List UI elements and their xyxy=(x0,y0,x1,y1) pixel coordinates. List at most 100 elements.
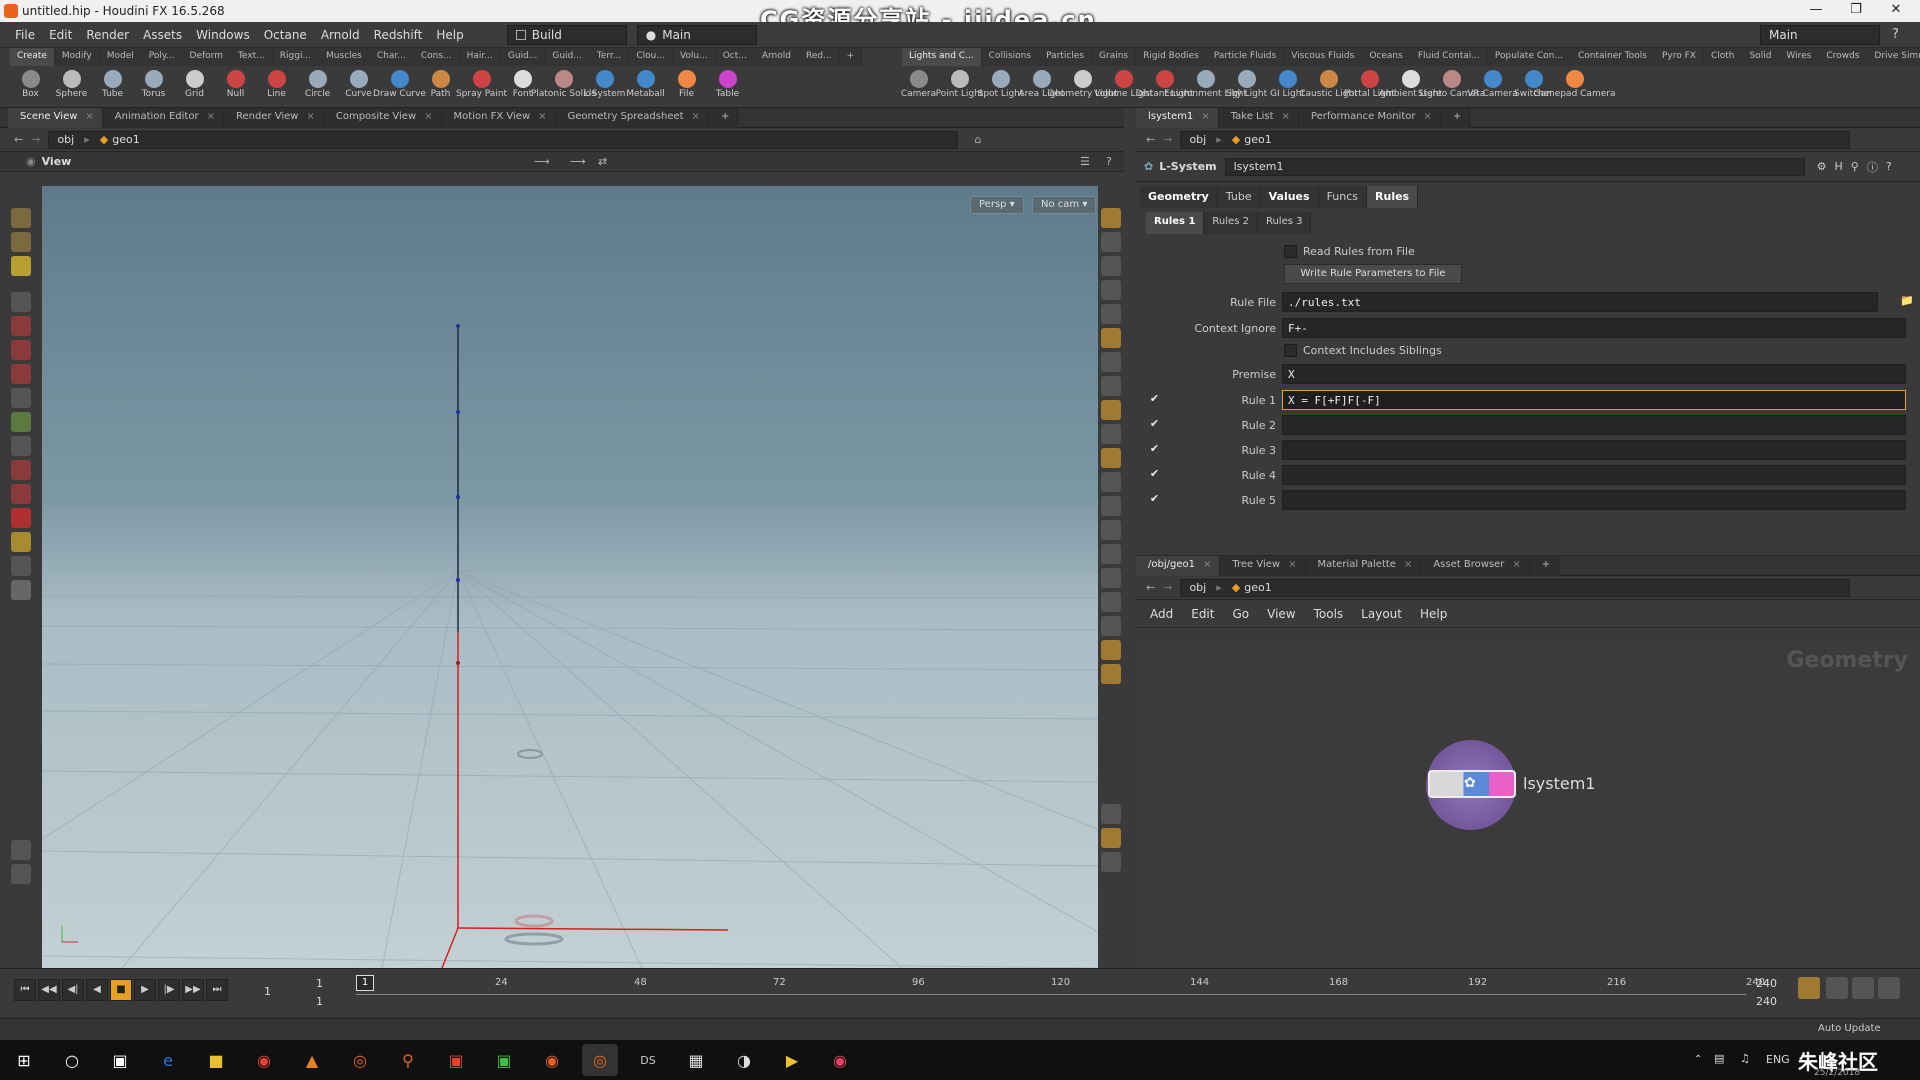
edge-icon[interactable] xyxy=(1101,544,1121,564)
rule-tab-3[interactable]: Rules 3 xyxy=(1257,212,1312,234)
forward-arrow-icon[interactable]: → xyxy=(31,133,40,146)
add-pane-tab-icon[interactable]: + xyxy=(1529,556,1560,576)
firefox-icon[interactable]: ◉ xyxy=(534,1044,570,1076)
tab-close-icon[interactable]: × xyxy=(1423,111,1431,122)
snapshot-icon[interactable] xyxy=(1101,852,1121,872)
shelf-tool-line[interactable]: Line xyxy=(256,68,297,108)
normals-icon[interactable] xyxy=(1101,472,1121,492)
shelf-tab[interactable]: Grains xyxy=(1092,48,1137,66)
app-pink-icon[interactable]: ◉ xyxy=(822,1044,858,1076)
handle-tool-icon[interactable] xyxy=(11,388,31,408)
shelf-tab[interactable]: Pyro FX xyxy=(1654,48,1704,66)
play-button[interactable]: ▶ xyxy=(134,979,156,1001)
shelf-tab[interactable]: Modify xyxy=(54,48,100,66)
shelf-tool-volume-light[interactable]: Volume Light xyxy=(1094,68,1153,108)
path-geo[interactable]: geo1 xyxy=(1244,581,1271,594)
shelf-tool-vr-camera[interactable]: VR Camera xyxy=(1467,68,1518,108)
step-forward-button[interactable]: |▶ xyxy=(158,979,180,1001)
shelf-tab[interactable]: Guid... xyxy=(500,48,546,66)
language-indicator[interactable]: ENG xyxy=(1766,1053,1790,1066)
desktop-build-dropdown[interactable]: Build xyxy=(506,24,627,45)
menu-help[interactable]: Help xyxy=(429,22,470,48)
pointer-tool-icon[interactable] xyxy=(11,292,31,312)
shelf-tab[interactable]: Riggi... xyxy=(272,48,320,66)
unity-icon[interactable]: ◑ xyxy=(726,1044,762,1076)
param-tab-geometry[interactable]: Geometry xyxy=(1140,186,1218,208)
add-pane-tab-icon[interactable]: + xyxy=(708,108,739,128)
param-tab-values[interactable]: Values xyxy=(1260,186,1319,208)
scene-path-field[interactable]: obj ▸ ◆ geo1 xyxy=(48,130,959,149)
network-editor[interactable]: Geometry ✿ lsystem1 xyxy=(1136,640,1920,968)
shelf-tab[interactable]: Collisions xyxy=(981,48,1040,66)
realtime-icon[interactable] xyxy=(1826,977,1848,999)
visibility-icon[interactable] xyxy=(1101,280,1121,300)
menu-windows[interactable]: Windows xyxy=(189,22,257,48)
magnet-icon[interactable] xyxy=(11,508,31,528)
shelf-tool-point-light[interactable]: Point Light xyxy=(936,68,983,108)
network-menu-tools[interactable]: Tools xyxy=(1314,607,1344,621)
houdini-active-icon[interactable]: ◎ xyxy=(582,1044,618,1076)
pane-tab[interactable]: Geometry Spreadsheet × xyxy=(555,108,709,128)
chrome-icon[interactable]: ◉ xyxy=(246,1044,282,1076)
shelf-tab[interactable]: Create xyxy=(10,48,55,66)
premise-field[interactable]: X xyxy=(1282,364,1906,384)
rule-field[interactable] xyxy=(1282,415,1906,435)
shelf-tab[interactable]: Rigid Bodies xyxy=(1136,48,1207,66)
param-path-field[interactable]: obj ▸ ◆ geo1 xyxy=(1180,130,1851,149)
camera-tool-icon[interactable] xyxy=(11,556,31,576)
snap-grid-icon[interactable] xyxy=(11,436,31,456)
snap-point-icon[interactable] xyxy=(11,484,31,504)
help-icon[interactable]: ? xyxy=(1892,27,1899,42)
step-back-button[interactable]: ◀| xyxy=(62,979,84,1001)
param-tab-rules[interactable]: Rules xyxy=(1367,186,1419,208)
backface-icon[interactable] xyxy=(1101,352,1121,372)
shelf-tab[interactable]: Poly... xyxy=(141,48,183,66)
tab-close-icon[interactable]: × xyxy=(1512,559,1520,570)
shelf-tool-camera[interactable]: Camera xyxy=(898,68,939,108)
shelf-tool-gi-light[interactable]: GI Light xyxy=(1267,68,1308,108)
pose-tool-icon[interactable] xyxy=(11,364,31,384)
xray-icon[interactable] xyxy=(1101,376,1121,396)
task-view-icon[interactable]: ▣ xyxy=(102,1044,138,1076)
shelf-tool-null[interactable]: Null xyxy=(215,68,256,108)
shelf-tab[interactable]: Hair... xyxy=(459,48,501,66)
sphere-tool-icon[interactable] xyxy=(11,864,31,884)
snap-prim-icon[interactable] xyxy=(11,460,31,480)
vertex-icon[interactable] xyxy=(1101,496,1121,516)
menu-assets[interactable]: Assets xyxy=(136,22,189,48)
pane-tab[interactable]: /obj/geo1 × xyxy=(1136,556,1221,576)
shelf-tool-font[interactable]: Font xyxy=(502,68,543,108)
shelf-tool-environment-light[interactable]: Environment Light xyxy=(1164,68,1247,108)
shelf-tool-spot-light[interactable]: Spot Light xyxy=(978,68,1023,108)
file-browse-icon[interactable]: 📁 xyxy=(1900,294,1914,307)
audio-icon[interactable] xyxy=(1878,977,1900,999)
tab-close-icon[interactable]: × xyxy=(1203,559,1211,570)
network-menu-view[interactable]: View xyxy=(1267,607,1295,621)
shelf-tab[interactable]: Red... xyxy=(798,48,840,66)
viewport-3d[interactable]: Persp ▾ No cam ▾ xyxy=(42,186,1098,968)
pane-tab[interactable]: Tree View × xyxy=(1220,556,1306,576)
shelf-tab[interactable]: Crowds xyxy=(1819,48,1868,66)
shelf-tab[interactable]: Wires xyxy=(1779,48,1820,66)
hda-icon[interactable]: H xyxy=(1835,160,1843,173)
lock-icon[interactable] xyxy=(1101,256,1121,276)
shelf-tool-geometry-light[interactable]: Geometry Light xyxy=(1047,68,1118,108)
camera-view-icon[interactable] xyxy=(1101,400,1121,420)
jump-end-button[interactable]: ⏭ xyxy=(206,979,228,1001)
network-menu-help[interactable]: Help xyxy=(1420,607,1447,621)
shelf-tab[interactable]: Solid xyxy=(1742,48,1780,66)
right-main-dropdown[interactable]: Main xyxy=(1760,24,1880,45)
gear-icon[interactable]: ⚙ xyxy=(1817,160,1827,173)
pane-tab[interactable]: Performance Monitor × xyxy=(1298,108,1441,128)
shelf-tool-sphere[interactable]: Sphere xyxy=(51,68,92,108)
shelf-tool-area-light[interactable]: Area Light xyxy=(1018,68,1065,108)
scale-tool-icon[interactable] xyxy=(11,340,31,360)
play-reverse-button[interactable]: ◀ xyxy=(86,979,108,1001)
shelf-tool-caustic-light[interactable]: Caustic Light xyxy=(1299,68,1358,108)
app-green-icon[interactable]: ▣ xyxy=(486,1044,522,1076)
forward-arrow-icon[interactable]: → xyxy=(1163,133,1172,146)
back-arrow-icon[interactable]: ← xyxy=(14,133,23,146)
rule-field[interactable] xyxy=(1282,490,1906,510)
path-obj[interactable]: obj xyxy=(1189,133,1206,146)
close-icon[interactable]: ✕ xyxy=(1876,2,1916,20)
